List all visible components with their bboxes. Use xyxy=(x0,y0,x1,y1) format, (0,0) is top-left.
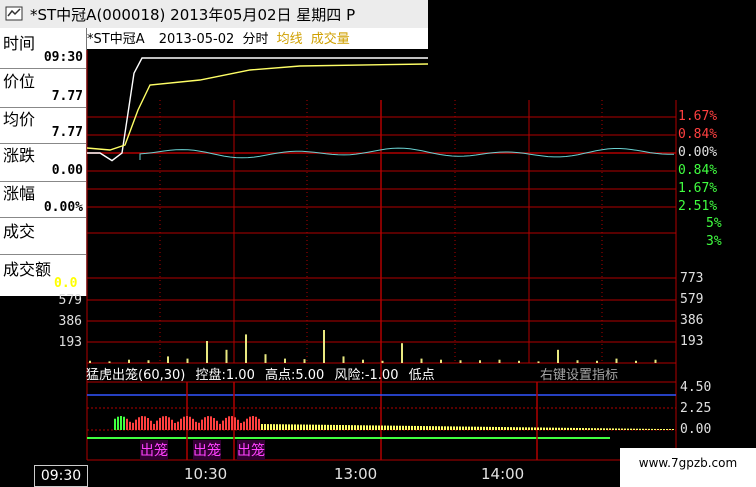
watermark: www.7gpzb.com xyxy=(620,448,756,487)
indicator-risk: 风险:-1.00 xyxy=(334,368,399,383)
intraday-trace xyxy=(139,147,674,160)
avg-line xyxy=(86,63,429,151)
vol-label-773: 773 xyxy=(680,271,704,286)
time-cursor[interactable]: 09:30 xyxy=(34,465,88,487)
time-tick-1300: 13:00 xyxy=(334,465,378,483)
vol-label-579: 579 xyxy=(680,292,704,307)
time-tick-1030: 10:30 xyxy=(184,465,228,483)
indicator-high: 高点:5.00 xyxy=(264,368,325,383)
axis-label-up1: 0.84% xyxy=(678,127,718,142)
ind-label-450: 4.50 xyxy=(680,380,712,395)
ind-label-225: 2.25 xyxy=(680,401,712,416)
volume-axis-right: 773 579 386 193 xyxy=(680,271,703,355)
vol-left-579: 579 xyxy=(58,293,82,308)
axis-label-partial-1: 5% xyxy=(706,216,722,231)
vol-label-193: 193 xyxy=(680,334,704,349)
indicator-ctrl: 控盘:1.00 xyxy=(195,368,255,383)
time-tick-1400: 14:00 xyxy=(481,465,525,483)
indicator-axis: 4.50 2.25 0.00 xyxy=(680,380,711,443)
axis-label-down3: 2.51% xyxy=(678,199,718,214)
price-axis: 1.67% 0.84% 0.00% 0.84% 1.67% 2.51% xyxy=(678,109,717,217)
volume-axis-left: 579 386 193 xyxy=(46,293,82,356)
vol-left-193: 193 xyxy=(58,335,82,350)
signal-label-1: 出笼 xyxy=(140,440,168,460)
intraday-chart[interactable] xyxy=(0,0,756,487)
axis-label-up2: 1.67% xyxy=(678,109,718,124)
axis-label-zero: 0.00% xyxy=(678,145,718,160)
signal-label-3: 出笼 xyxy=(237,440,265,460)
vol-label-386: 386 xyxy=(680,313,704,328)
indicator-name: 猛虎出笼(60,30) xyxy=(86,368,186,383)
axis-label-down2: 1.67% xyxy=(678,181,718,196)
signal-label-2: 出笼 xyxy=(193,440,221,460)
axis-label-down1: 0.84% xyxy=(678,163,718,178)
indicator-overlap-hint: 右键设置指标 xyxy=(540,368,619,383)
axis-label-partial-2: 3% xyxy=(706,234,722,249)
vol-left-386: 386 xyxy=(58,314,82,329)
indicator-low: 低点 xyxy=(408,368,435,383)
ind-label-000: 0.00 xyxy=(680,422,712,437)
